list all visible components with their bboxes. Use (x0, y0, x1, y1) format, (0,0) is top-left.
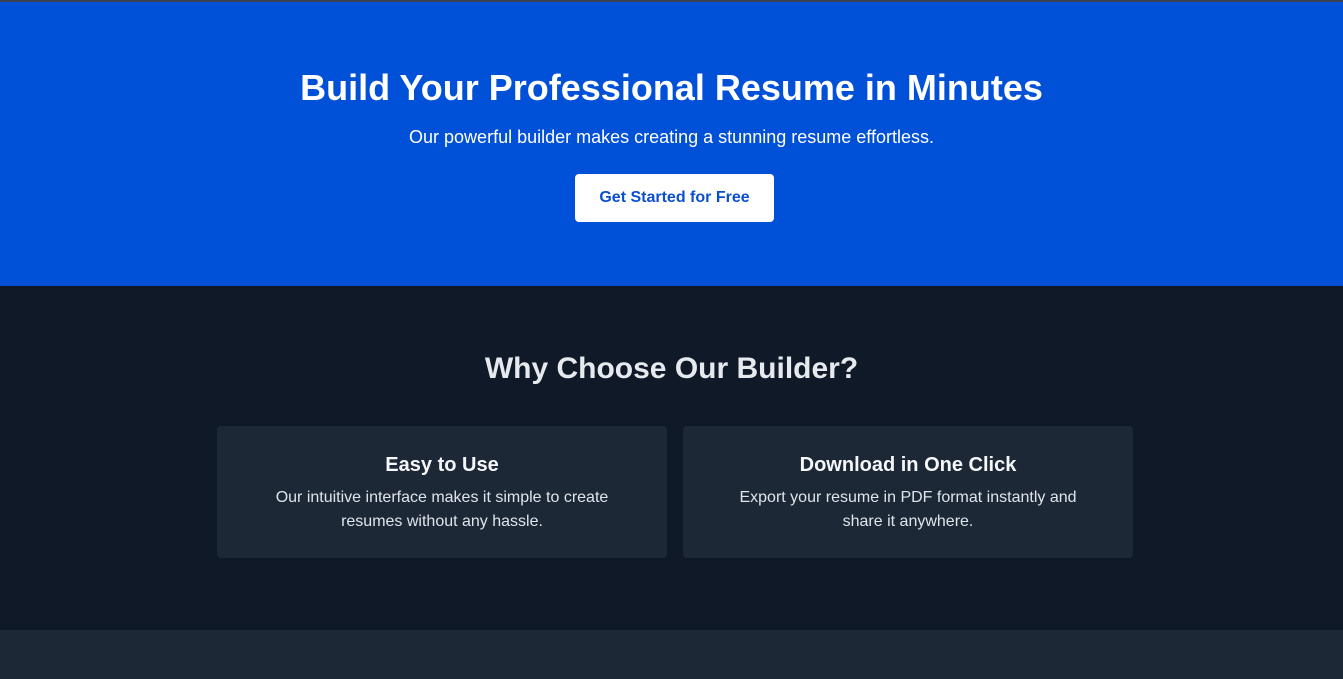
feature-card-description: Export your resume in PDF format instant… (739, 489, 1077, 530)
feature-card-download: Download in One Click Export your resume… (683, 426, 1133, 558)
feature-card-title: Download in One Click (799, 454, 1017, 476)
hero-subtitle: Our powerful builder makes creating a st… (409, 127, 934, 147)
feature-card-easy-to-use: Easy to Use Our intuitive interface make… (217, 426, 667, 558)
feature-card-description: Our intuitive interface makes it simple … (275, 489, 609, 530)
features-title: Why Choose Our Builder? (484, 352, 859, 385)
feature-card-title: Easy to Use (385, 454, 499, 476)
footer-section (0, 630, 1343, 679)
features-section: Why Choose Our Builder? Easy to Use Our … (0, 286, 1343, 630)
hero-section: Build Your Professional Resume in Minute… (0, 2, 1343, 286)
hero-title: Build Your Professional Resume in Minute… (300, 67, 1043, 108)
get-started-button[interactable]: Get Started for Free (575, 174, 774, 222)
